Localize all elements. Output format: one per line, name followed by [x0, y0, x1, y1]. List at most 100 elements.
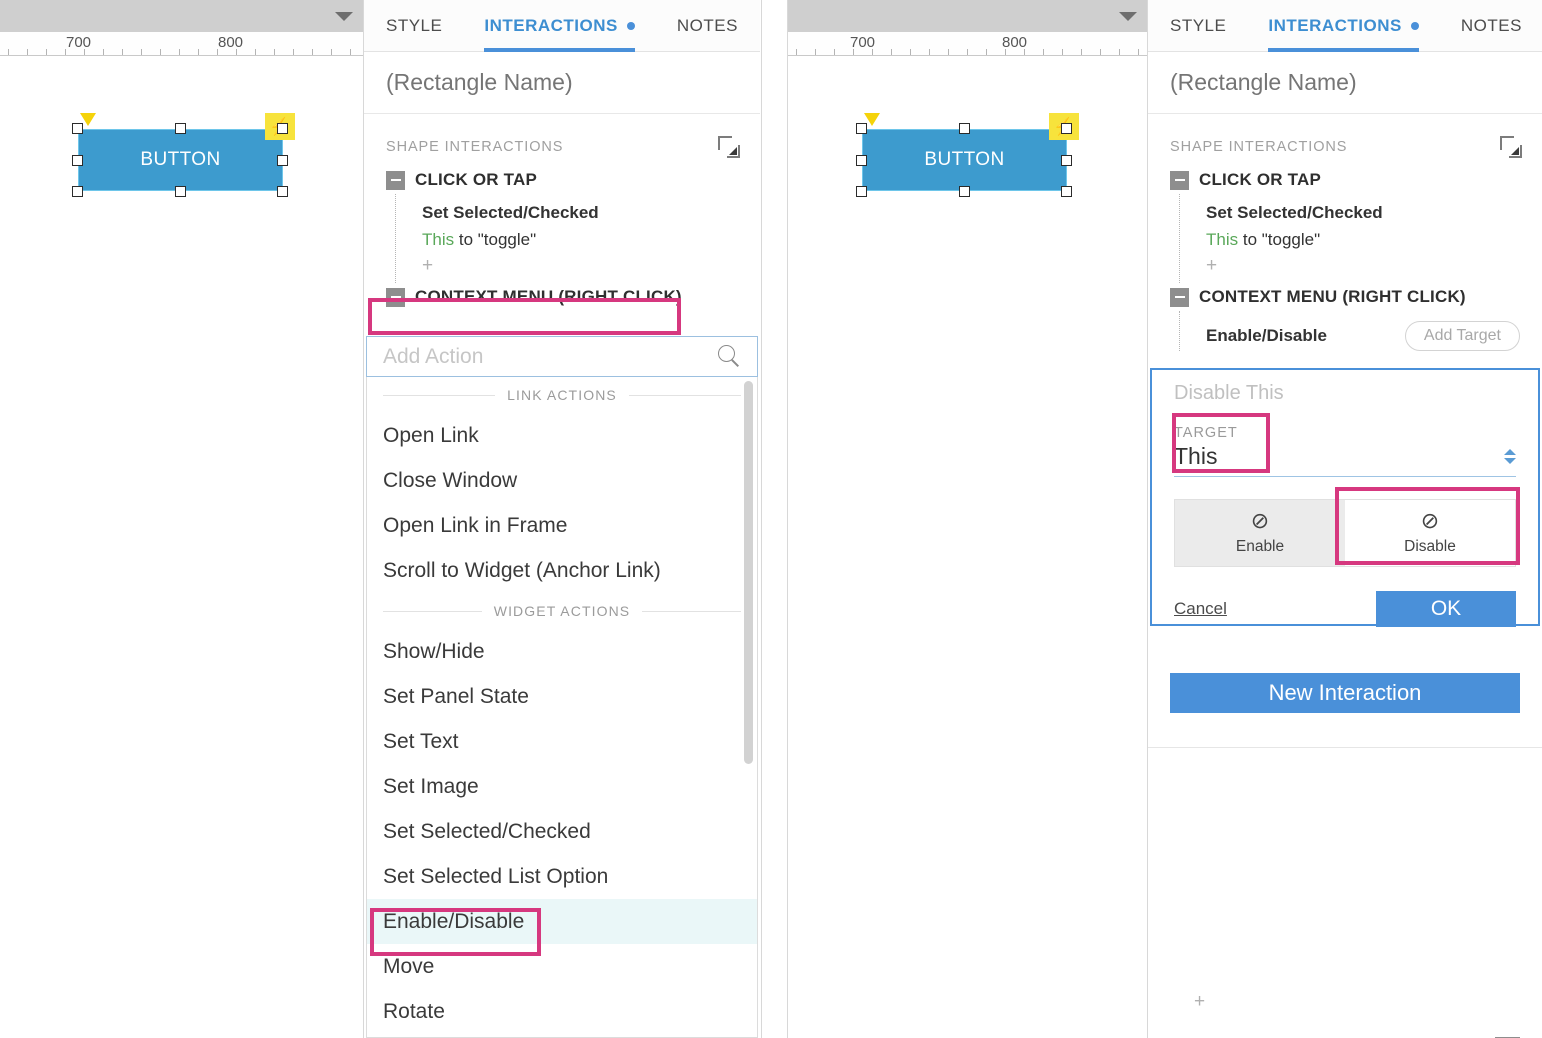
enable-option[interactable]: ⊘ Enable	[1175, 500, 1345, 566]
dropdown-scrollbar[interactable]	[744, 381, 753, 764]
event-context-menu[interactable]: CONTEXT MENU (RIGHT CLICK)	[380, 283, 760, 311]
resize-handle[interactable]	[277, 186, 288, 197]
ruler-tick	[350, 49, 351, 55]
resize-handle[interactable]	[277, 123, 288, 134]
tab-interactions[interactable]: INTERACTIONS	[1268, 0, 1419, 52]
stepper-icon[interactable]	[1504, 449, 1516, 464]
add-target-button[interactable]: Add Target	[1404, 321, 1520, 351]
group-label-link-actions: LINK ACTIONS	[367, 377, 757, 413]
tab-interactions[interactable]: INTERACTIONS	[484, 0, 635, 52]
resize-handle[interactable]	[72, 123, 83, 134]
resize-handle[interactable]	[1061, 155, 1072, 166]
collapse-toggle-icon[interactable]	[386, 287, 405, 307]
action-name: Enable/Disable	[1206, 326, 1327, 345]
enable-disable-segmented-control[interactable]: ⊘ Enable ⊘ Disable	[1174, 499, 1516, 567]
add-action-plus[interactable]: +	[1180, 250, 1542, 283]
enable-disable-action-row[interactable]: Enable/Disable Add Target	[1180, 317, 1542, 351]
menu-item-open-link[interactable]: Open Link	[367, 413, 757, 458]
search-icon[interactable]	[718, 345, 741, 368]
widget-name-input[interactable]	[386, 69, 723, 96]
menu-item-set-panel-state[interactable]: Set Panel State	[367, 674, 757, 719]
collapse-toggle-icon[interactable]	[1170, 170, 1189, 190]
artboard-right[interactable]: BUTTON ⚡	[788, 56, 1147, 1038]
menu-item-set-image[interactable]: Set Image	[367, 764, 757, 809]
tab-notes[interactable]: NOTES	[1461, 0, 1522, 52]
inspector-panel-left: STYLE INTERACTIONS NOTES SHAPE INTERACTI…	[364, 0, 760, 1038]
chevron-down-icon[interactable]	[1119, 12, 1137, 21]
resize-handle[interactable]	[72, 155, 83, 166]
ruler-tick	[1138, 49, 1139, 55]
resize-handle[interactable]	[72, 186, 83, 197]
ruler-tick	[331, 49, 332, 55]
action-detail-target: This	[422, 230, 455, 249]
rule-left	[383, 394, 496, 396]
action-name[interactable]: Set Selected/Checked	[396, 194, 760, 223]
event-context-menu[interactable]: CONTEXT MENU (RIGHT CLICK)	[1164, 283, 1542, 311]
menu-item-open-link-in-frame[interactable]: Open Link in Frame	[367, 503, 757, 548]
tab-notes[interactable]: NOTES	[677, 0, 738, 52]
menu-item-show-hide[interactable]: Show/Hide	[367, 629, 757, 674]
tab-interactions-label: INTERACTIONS	[484, 15, 618, 35]
shape-interactions-title: SHAPE INTERACTIONS	[1170, 139, 1348, 155]
resize-handle[interactable]	[856, 155, 867, 166]
add-target-label: Add Target	[1423, 327, 1501, 344]
resize-handle[interactable]	[1061, 123, 1072, 134]
menu-item-enable-disable[interactable]: Enable/Disable	[367, 899, 757, 944]
action-detail[interactable]: This to "toggle"	[1180, 223, 1542, 250]
tab-style[interactable]: STYLE	[386, 0, 442, 52]
ruler-tick	[1081, 49, 1082, 55]
button-widget[interactable]: BUTTON	[862, 129, 1067, 191]
artboard-left[interactable]: BUTTON ⚡	[0, 56, 363, 1038]
resize-handle[interactable]	[856, 123, 867, 134]
add-action-plus[interactable]: +	[396, 250, 760, 283]
menu-item-set-selected-list-option[interactable]: Set Selected List Option	[367, 854, 757, 899]
horizontal-ruler-left: 700 800	[0, 32, 363, 56]
event-click-or-tap[interactable]: CLICK OR TAP	[380, 166, 760, 194]
horizontal-ruler-right: 700 800	[788, 32, 1147, 56]
add-action-search[interactable]: Add Action	[366, 336, 758, 377]
widget-name-input[interactable]	[1170, 69, 1505, 96]
event-title: CONTEXT MENU (RIGHT CLICK)	[415, 287, 682, 306]
resize-handle[interactable]	[175, 123, 186, 134]
new-interaction-button[interactable]: New Interaction	[1170, 673, 1520, 713]
selected-widget-left[interactable]: BUTTON ⚡	[72, 113, 295, 197]
chevron-down-icon[interactable]	[335, 12, 353, 21]
selected-widget-right[interactable]: BUTTON ⚡	[856, 113, 1079, 197]
action-dropdown-list[interactable]: LINK ACTIONS Open Link Close Window Open…	[366, 377, 758, 1038]
resize-handle[interactable]	[175, 186, 186, 197]
collapse-toggle-icon[interactable]	[1170, 287, 1189, 307]
button-widget[interactable]: BUTTON	[78, 129, 283, 191]
ruler-tick	[796, 49, 797, 55]
action-detail[interactable]: This to "toggle"	[396, 223, 760, 250]
cancel-button[interactable]: Cancel	[1174, 599, 1227, 619]
target-picker-icon[interactable]	[1500, 136, 1522, 158]
ruler-tick	[929, 49, 930, 55]
enable-disable-editor[interactable]: Disable This TARGET This ⊘ Enable ⊘ Disa…	[1150, 368, 1540, 627]
resize-handle[interactable]	[959, 123, 970, 134]
target-picker-icon[interactable]	[718, 136, 740, 158]
tab-style[interactable]: STYLE	[1170, 0, 1226, 52]
widget-name-row-left[interactable]	[364, 52, 760, 114]
resize-handle[interactable]	[277, 155, 288, 166]
resize-handle[interactable]	[856, 186, 867, 197]
collapse-toggle-icon[interactable]	[386, 170, 405, 190]
editor-footer: Cancel OK	[1174, 591, 1516, 627]
menu-item-scroll-to-widget[interactable]: Scroll to Widget (Anchor Link)	[367, 548, 757, 593]
menu-item-set-text[interactable]: Set Text	[367, 719, 757, 764]
disable-option[interactable]: ⊘ Disable	[1345, 500, 1515, 566]
resize-handle[interactable]	[959, 186, 970, 197]
ok-button[interactable]: OK	[1376, 591, 1516, 627]
target-select[interactable]: This	[1174, 443, 1516, 477]
menu-item-move[interactable]: Move	[367, 944, 757, 989]
resize-handle[interactable]	[1061, 186, 1072, 197]
menu-item-set-selected-checked[interactable]: Set Selected/Checked	[367, 809, 757, 854]
menu-item-rotate[interactable]: Rotate	[367, 989, 757, 1034]
ruler-tick	[46, 49, 47, 55]
add-action-plus[interactable]: +	[1148, 979, 1542, 1019]
ruler-tick	[1100, 49, 1101, 55]
menu-item-close-window[interactable]: Close Window	[367, 458, 757, 503]
widget-name-row-right[interactable]	[1148, 52, 1542, 114]
action-name[interactable]: Set Selected/Checked	[1180, 194, 1542, 223]
ruler-tick	[1005, 49, 1006, 55]
event-click-or-tap[interactable]: CLICK OR TAP	[1164, 166, 1542, 194]
